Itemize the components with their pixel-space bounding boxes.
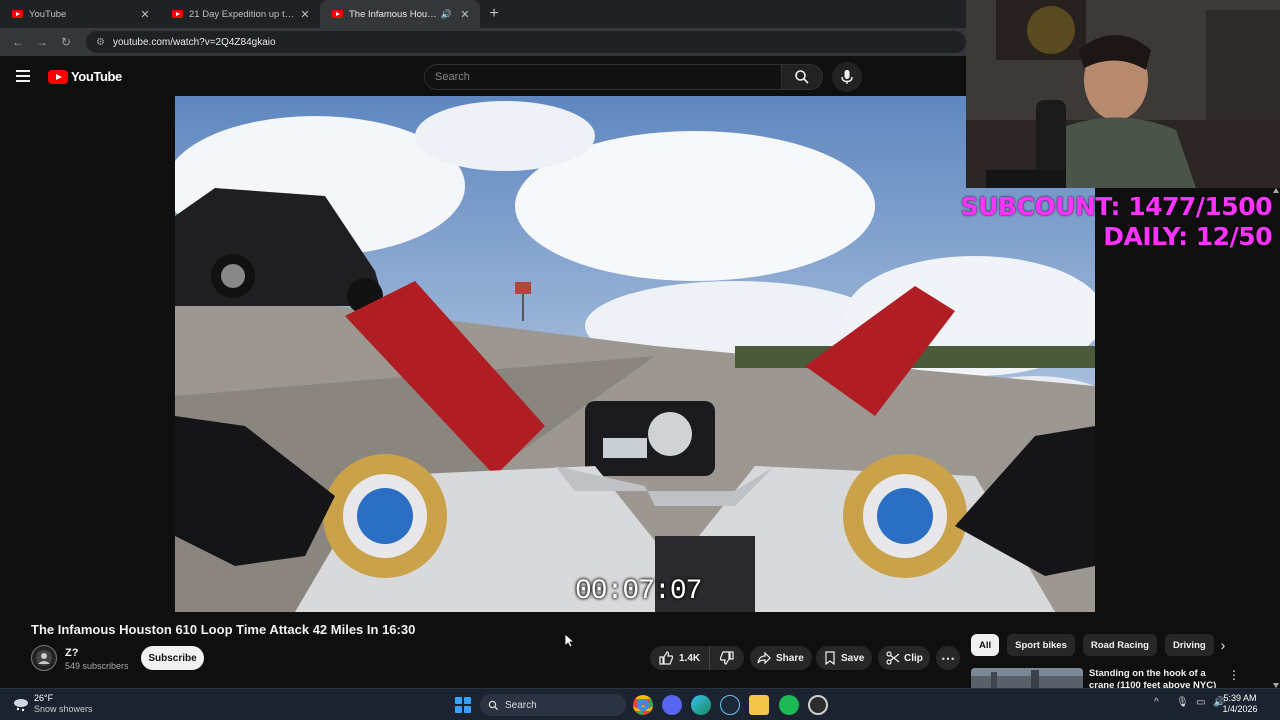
close-icon[interactable]: ✕ — [138, 8, 152, 21]
clock-time: 5:39 AM — [1223, 693, 1257, 703]
display-icon[interactable]: ▭ — [1196, 697, 1205, 708]
screen: YouTube ✕ 21 Day Expedition up the Deadl… — [0, 0, 1280, 720]
recommendation-chips: All Sport bikes Road Racing Driving — [971, 634, 1214, 656]
more-vertical-icon[interactable]: ⋮ — [1228, 668, 1240, 682]
streamer-webcam-image — [966, 0, 1280, 188]
video-frame-motorcycle — [175, 96, 1095, 612]
subscribe-button[interactable]: Subscribe — [141, 646, 204, 670]
windows-taskbar: 26°F Snow showers Search ^ 🎙 ▭ 🔊 5:39 AM… — [0, 688, 1280, 720]
crane-thumbnail-image — [971, 668, 1083, 688]
video-timestamp-overlay: 00:07:07 — [575, 576, 702, 607]
video-player[interactable] — [175, 96, 1095, 612]
file-explorer-icon[interactable] — [749, 695, 769, 715]
taskbar-search-label: Search — [505, 699, 537, 711]
youtube-play-icon — [48, 69, 68, 84]
save-label: Save — [841, 652, 865, 664]
thumbs-down-icon — [720, 651, 734, 665]
more-horizontal-icon: ⋯ — [941, 649, 955, 666]
microphone-icon — [841, 70, 853, 84]
tab-label: YouTube — [29, 8, 67, 20]
spotify-icon[interactable] — [779, 695, 799, 715]
like-button[interactable]: 1.4K — [650, 646, 710, 670]
speaker-icon[interactable]: 🔊 — [441, 9, 452, 20]
dislike-button[interactable] — [710, 651, 744, 665]
like-dislike-group: 1.4K — [650, 646, 744, 670]
subscriber-count: 549 subscribers — [65, 661, 129, 671]
reload-icon[interactable]: ↻ — [54, 30, 78, 54]
address-bar[interactable]: ⚙ youtube.com/watch?v=2Q4Z84gkaio — [86, 31, 966, 53]
clock-date: 1/4/2026 — [1222, 704, 1258, 714]
search-button[interactable] — [781, 64, 823, 90]
search-icon — [795, 70, 809, 84]
chip-road-racing[interactable]: Road Racing — [1082, 634, 1157, 656]
chip-driving[interactable]: Driving — [1164, 634, 1214, 656]
weather-widget[interactable]: 26°F Snow showers — [12, 693, 93, 715]
menu-icon[interactable] — [16, 70, 30, 82]
close-icon[interactable]: ✕ — [458, 8, 472, 21]
close-icon[interactable]: ✕ — [298, 8, 312, 21]
clip-label: Clip — [904, 652, 923, 664]
recommendation-title[interactable]: Standing on the hook of a crane (1100 fe… — [1089, 668, 1225, 688]
chip-sport-bikes[interactable]: Sport bikes — [1007, 634, 1075, 656]
url-text: youtube.com/watch?v=2Q4Z84gkaio — [112, 36, 276, 48]
steam-icon[interactable] — [720, 695, 740, 715]
windows-start-icon[interactable] — [455, 697, 471, 713]
search-placeholder: Search — [435, 71, 470, 83]
chip-all[interactable]: All — [971, 634, 1000, 656]
subscriber-goal-overlay: SUBCOUNT: 1477/1500 DAILY: 12/50 — [960, 192, 1273, 252]
tab-label: The Infamous Houston 610 — [349, 8, 441, 20]
clip-button[interactable]: Clip — [878, 646, 930, 670]
daily-count-text: DAILY: 12/50 — [1103, 222, 1272, 251]
youtube-header: YouTube Search — [0, 56, 966, 96]
channel-avatar[interactable] — [31, 645, 57, 671]
subcount-text: SUBCOUNT: 1477/1500 — [960, 192, 1273, 221]
new-tab-button[interactable]: + — [480, 0, 508, 28]
tab-youtube[interactable]: YouTube ✕ — [0, 0, 160, 28]
more-actions-button[interactable]: ⋯ — [936, 646, 960, 670]
save-button[interactable]: Save — [816, 646, 872, 670]
share-label: Share — [776, 652, 804, 664]
share-button[interactable]: Share — [750, 646, 812, 670]
channel-avatar-icon — [36, 650, 52, 666]
recording-app-icon[interactable] — [808, 695, 828, 715]
page-scrollbar[interactable] — [1272, 188, 1280, 688]
youtube-favicon-icon — [332, 10, 343, 18]
forward-arrow-icon[interactable]: → — [30, 30, 54, 54]
like-count: 1.4K — [679, 652, 701, 664]
scissors-icon — [886, 651, 900, 665]
channel-name[interactable]: Z? — [65, 647, 78, 659]
thumbs-up-icon — [659, 651, 673, 665]
chevron-right-icon[interactable]: › — [1214, 636, 1232, 654]
tab-label: 21 Day Expedition up the Deadl — [189, 8, 298, 20]
tab-expedition[interactable]: 21 Day Expedition up the Deadl ✕ — [160, 0, 320, 28]
webcam-overlay — [966, 0, 1280, 188]
edge-icon[interactable] — [691, 695, 711, 715]
youtube-wordmark: YouTube — [71, 69, 122, 84]
youtube-favicon-icon — [12, 10, 23, 18]
voice-search-button[interactable] — [832, 62, 862, 92]
back-arrow-icon[interactable]: ← — [6, 30, 30, 54]
bookmark-icon — [825, 651, 835, 665]
chrome-icon[interactable] — [633, 695, 653, 715]
taskbar-search[interactable]: Search — [480, 694, 626, 716]
youtube-favicon-icon — [172, 10, 183, 18]
discord-icon[interactable] — [662, 695, 682, 715]
search-icon — [488, 700, 499, 710]
snow-cloud-icon — [14, 699, 28, 712]
site-info-icon[interactable]: ⚙ — [96, 37, 105, 48]
system-clock[interactable]: 5:39 AM 1/4/2026 — [1218, 693, 1262, 715]
recommendation-thumbnail[interactable] — [971, 668, 1083, 688]
search-input[interactable]: Search — [424, 64, 782, 90]
tab-houston-610[interactable]: The Infamous Houston 610 🔊 ✕ — [320, 0, 480, 28]
video-title: The Infamous Houston 610 Loop Time Attac… — [31, 622, 416, 637]
microphone-icon[interactable]: 🎙 — [1176, 697, 1189, 708]
tray-chevron-up-icon[interactable]: ^ — [1154, 697, 1159, 708]
share-icon — [757, 651, 771, 665]
temperature: 26°F — [34, 693, 54, 703]
weather-condition: Snow showers — [34, 704, 93, 714]
youtube-logo[interactable]: YouTube — [48, 69, 122, 84]
mouse-cursor-icon — [565, 634, 575, 648]
